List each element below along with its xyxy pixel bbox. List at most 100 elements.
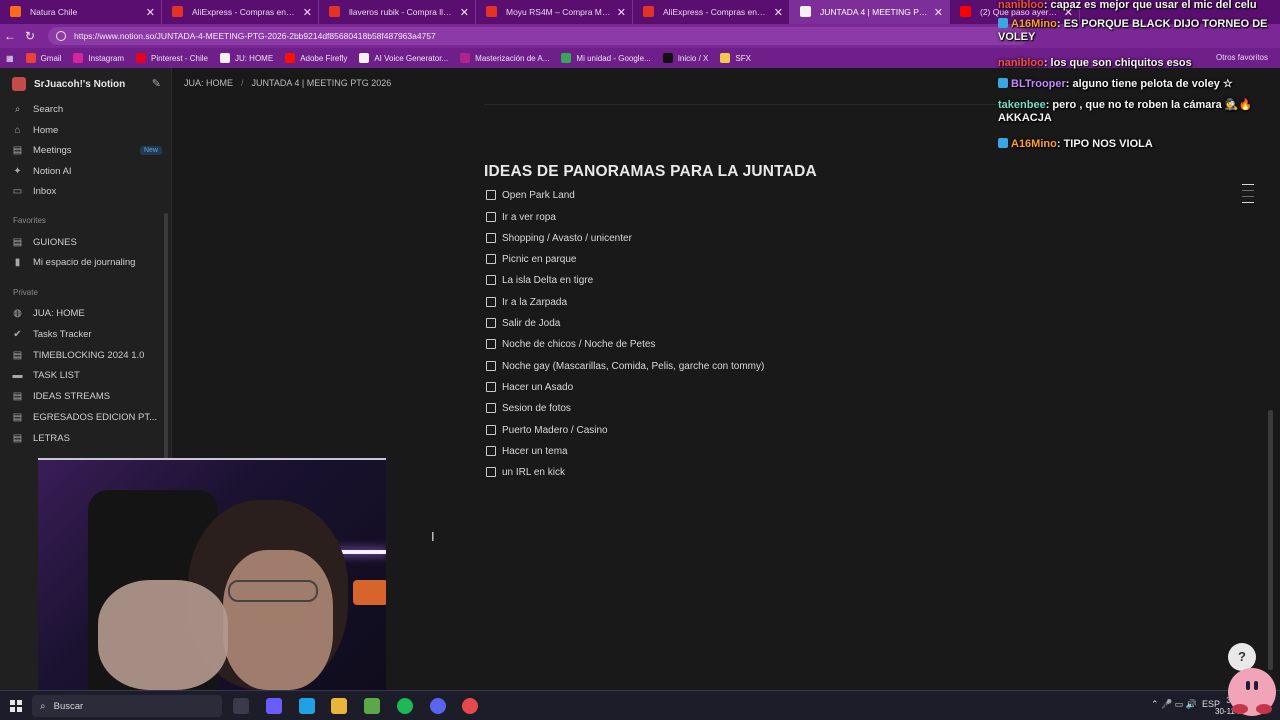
sidebar-item-jua-home[interactable]: ◍ JUA: HOME bbox=[12, 305, 162, 321]
checkbox[interactable] bbox=[486, 212, 496, 222]
chat-username[interactable]: BLTrooper bbox=[1011, 78, 1066, 90]
checkbox[interactable] bbox=[486, 446, 496, 456]
todo-label[interactable]: Shopping / Avasto / unicenter bbox=[502, 233, 632, 244]
todo-item[interactable]: Puerto Madero / Casino bbox=[486, 422, 608, 438]
todo-label[interactable]: Salir de Joda bbox=[502, 318, 560, 329]
browser-tab[interactable]: AliExpress - Compras en línea pa ✕ bbox=[633, 0, 790, 24]
checkbox[interactable] bbox=[486, 318, 496, 328]
close-icon[interactable]: ✕ bbox=[146, 6, 155, 19]
windows-start-icon[interactable] bbox=[10, 700, 22, 712]
sidebar-item-home[interactable]: ⌂ Home bbox=[12, 122, 162, 138]
sidebar-item-search[interactable]: ⌕ Search bbox=[12, 101, 162, 117]
checkbox[interactable] bbox=[486, 275, 496, 285]
sidebar-item-egresados-edicion-pt[interactable]: ▤ EGRESADOS EDICION PT... bbox=[12, 409, 162, 425]
todo-item[interactable]: Hacer un Asado bbox=[486, 379, 573, 395]
todo-label[interactable]: La isla Delta en tigre bbox=[502, 275, 593, 286]
chat-username[interactable]: nanibloo bbox=[998, 0, 1044, 11]
checkbox[interactable] bbox=[486, 361, 496, 371]
obs-icon[interactable] bbox=[462, 698, 478, 714]
browser-tab[interactable]: JUNTADA 4 | MEETING PTG 2026 ✕ bbox=[790, 0, 950, 24]
todo-label[interactable]: Puerto Madero / Casino bbox=[502, 425, 608, 436]
bookmark-item[interactable]: Inicio / X bbox=[662, 53, 708, 63]
todo-item[interactable]: Sesion de fotos bbox=[486, 400, 571, 416]
sidebar-item-meetings[interactable]: ▤ Meetings New bbox=[12, 142, 162, 158]
sidebar-item-tasks-tracker[interactable]: ✔ Tasks Tracker bbox=[12, 326, 162, 342]
chat-username[interactable]: A16Mino bbox=[1011, 18, 1057, 30]
bookmark-item[interactable]: Instagram bbox=[73, 53, 124, 63]
page-heading[interactable]: IDEAS DE PANORAMAS PARA LA JUNTADA bbox=[484, 163, 817, 181]
bookmark-item[interactable]: Adobe Firefly bbox=[285, 53, 347, 63]
breadcrumb-item-current[interactable]: JUNTADA 4 | MEETING PTG 2026 bbox=[252, 78, 392, 88]
todo-item[interactable]: Shopping / Avasto / unicenter bbox=[486, 230, 632, 246]
todo-label[interactable]: Ir a ver ropa bbox=[502, 212, 556, 223]
checkbox[interactable] bbox=[486, 190, 496, 200]
file-explorer-icon[interactable] bbox=[331, 698, 347, 714]
browser-tab[interactable]: llaveros rubik - Compra llaveros ✕ bbox=[319, 0, 476, 24]
checkbox[interactable] bbox=[486, 403, 496, 413]
chat-username[interactable]: A16Mino bbox=[1011, 138, 1057, 150]
checkbox[interactable] bbox=[486, 382, 496, 392]
checkbox[interactable] bbox=[486, 339, 496, 349]
spotify-icon[interactable] bbox=[397, 698, 413, 714]
bookmark-item[interactable]: Masterización de A... bbox=[460, 53, 549, 63]
task-view-icon[interactable] bbox=[233, 698, 249, 714]
sidebar-item-letras[interactable]: ▤ LETRAS bbox=[12, 430, 162, 446]
outline-rails[interactable] bbox=[1242, 184, 1254, 208]
site-info-icon[interactable] bbox=[56, 31, 66, 41]
copilot-icon[interactable] bbox=[266, 698, 282, 714]
sidebar-item-guiones[interactable]: ▤ GUIONES bbox=[12, 234, 162, 250]
checkbox[interactable] bbox=[486, 425, 496, 435]
help-button[interactable]: ? bbox=[1228, 643, 1256, 671]
close-icon[interactable]: ✕ bbox=[460, 6, 469, 19]
todo-item[interactable]: La isla Delta en tigre bbox=[486, 272, 593, 288]
breadcrumb-item-home[interactable]: JUA: HOME bbox=[184, 78, 233, 88]
close-icon[interactable]: ✕ bbox=[303, 6, 312, 19]
sidebar-item-mi-espacio-de-journaling[interactable]: ▮ Mi espacio de journaling bbox=[12, 254, 162, 270]
chat-username[interactable]: nanibloo bbox=[998, 57, 1044, 69]
sidebar-item-task-list[interactable]: ▬ TASK LIST bbox=[12, 367, 162, 383]
checkbox[interactable] bbox=[486, 297, 496, 307]
url-field[interactable]: https://www.notion.so/JUNTADA-4-MEETING-… bbox=[48, 27, 1028, 45]
todo-item[interactable]: Noche de chicos / Noche de Petes bbox=[486, 336, 655, 352]
todo-item[interactable]: Noche gay (Mascarillas, Comida, Pelis, g… bbox=[486, 358, 764, 374]
todo-item[interactable]: Hacer un tema bbox=[486, 443, 568, 459]
sidebar-item-inbox[interactable]: ▭ Inbox bbox=[12, 183, 162, 199]
page-scrollbar[interactable] bbox=[1268, 410, 1273, 670]
system-tray[interactable]: ⌃ 🎤 ▭ 🔊 ESP bbox=[1151, 699, 1220, 710]
todo-label[interactable]: un IRL en kick bbox=[502, 467, 565, 478]
close-icon[interactable]: ✕ bbox=[774, 6, 783, 19]
sidebar-item-timeblocking-2024-1-0[interactable]: ▤ TIMEBLOCKING 2024 1.0 bbox=[12, 347, 162, 363]
todo-item[interactable]: Ir a la Zarpada bbox=[486, 294, 567, 310]
back-icon[interactable]: ← bbox=[0, 29, 20, 43]
todo-label[interactable]: Noche gay (Mascarillas, Comida, Pelis, g… bbox=[502, 361, 764, 372]
browser-tab[interactable]: Moyu RS4M – Compra Moyu RS4 ✕ bbox=[476, 0, 633, 24]
todo-item[interactable]: Open Park Land bbox=[486, 187, 575, 203]
store-icon[interactable] bbox=[364, 698, 380, 714]
discord-icon[interactable] bbox=[430, 698, 446, 714]
edge-icon[interactable] bbox=[299, 698, 315, 714]
bookmark-item[interactable]: Mi unidad - Google... bbox=[561, 53, 651, 63]
bookmark-item[interactable]: Pinterest - Chile bbox=[136, 53, 208, 63]
todo-label[interactable]: Open Park Land bbox=[502, 190, 575, 201]
checkbox[interactable] bbox=[486, 254, 496, 264]
browser-tab[interactable]: AliExpress - Compras en línea pa ✕ bbox=[162, 0, 319, 24]
todo-label[interactable]: Sesion de fotos bbox=[502, 403, 571, 414]
bookmark-item[interactable]: Gmail bbox=[25, 53, 61, 63]
checkbox[interactable] bbox=[486, 233, 496, 243]
close-icon[interactable]: ✕ bbox=[617, 6, 626, 19]
bookmark-item[interactable]: AI Voice Generator... bbox=[359, 53, 448, 63]
close-icon[interactable]: ✕ bbox=[934, 6, 943, 19]
todo-label[interactable]: Picnic en parque bbox=[502, 254, 577, 265]
taskbar-search[interactable]: ⌕ Buscar bbox=[32, 695, 222, 717]
bookmark-item[interactable]: JU: HOME bbox=[219, 53, 273, 63]
todo-label[interactable]: Ir a la Zarpada bbox=[502, 297, 567, 308]
todo-item[interactable]: Picnic en parque bbox=[486, 251, 577, 267]
checkbox[interactable] bbox=[486, 467, 496, 477]
apps-grid-icon[interactable]: ▦ bbox=[6, 54, 14, 63]
todo-item[interactable]: un IRL en kick bbox=[486, 464, 565, 480]
todo-item[interactable]: Salir de Joda bbox=[486, 315, 560, 331]
workspace-switcher[interactable]: SrJuacoh!'s Notion bbox=[12, 77, 125, 91]
sidebar-item-notion-ai[interactable]: ✦ Notion AI bbox=[12, 163, 162, 179]
todo-item[interactable]: Ir a ver ropa bbox=[486, 209, 556, 225]
chat-username[interactable]: takenbee bbox=[998, 99, 1046, 111]
